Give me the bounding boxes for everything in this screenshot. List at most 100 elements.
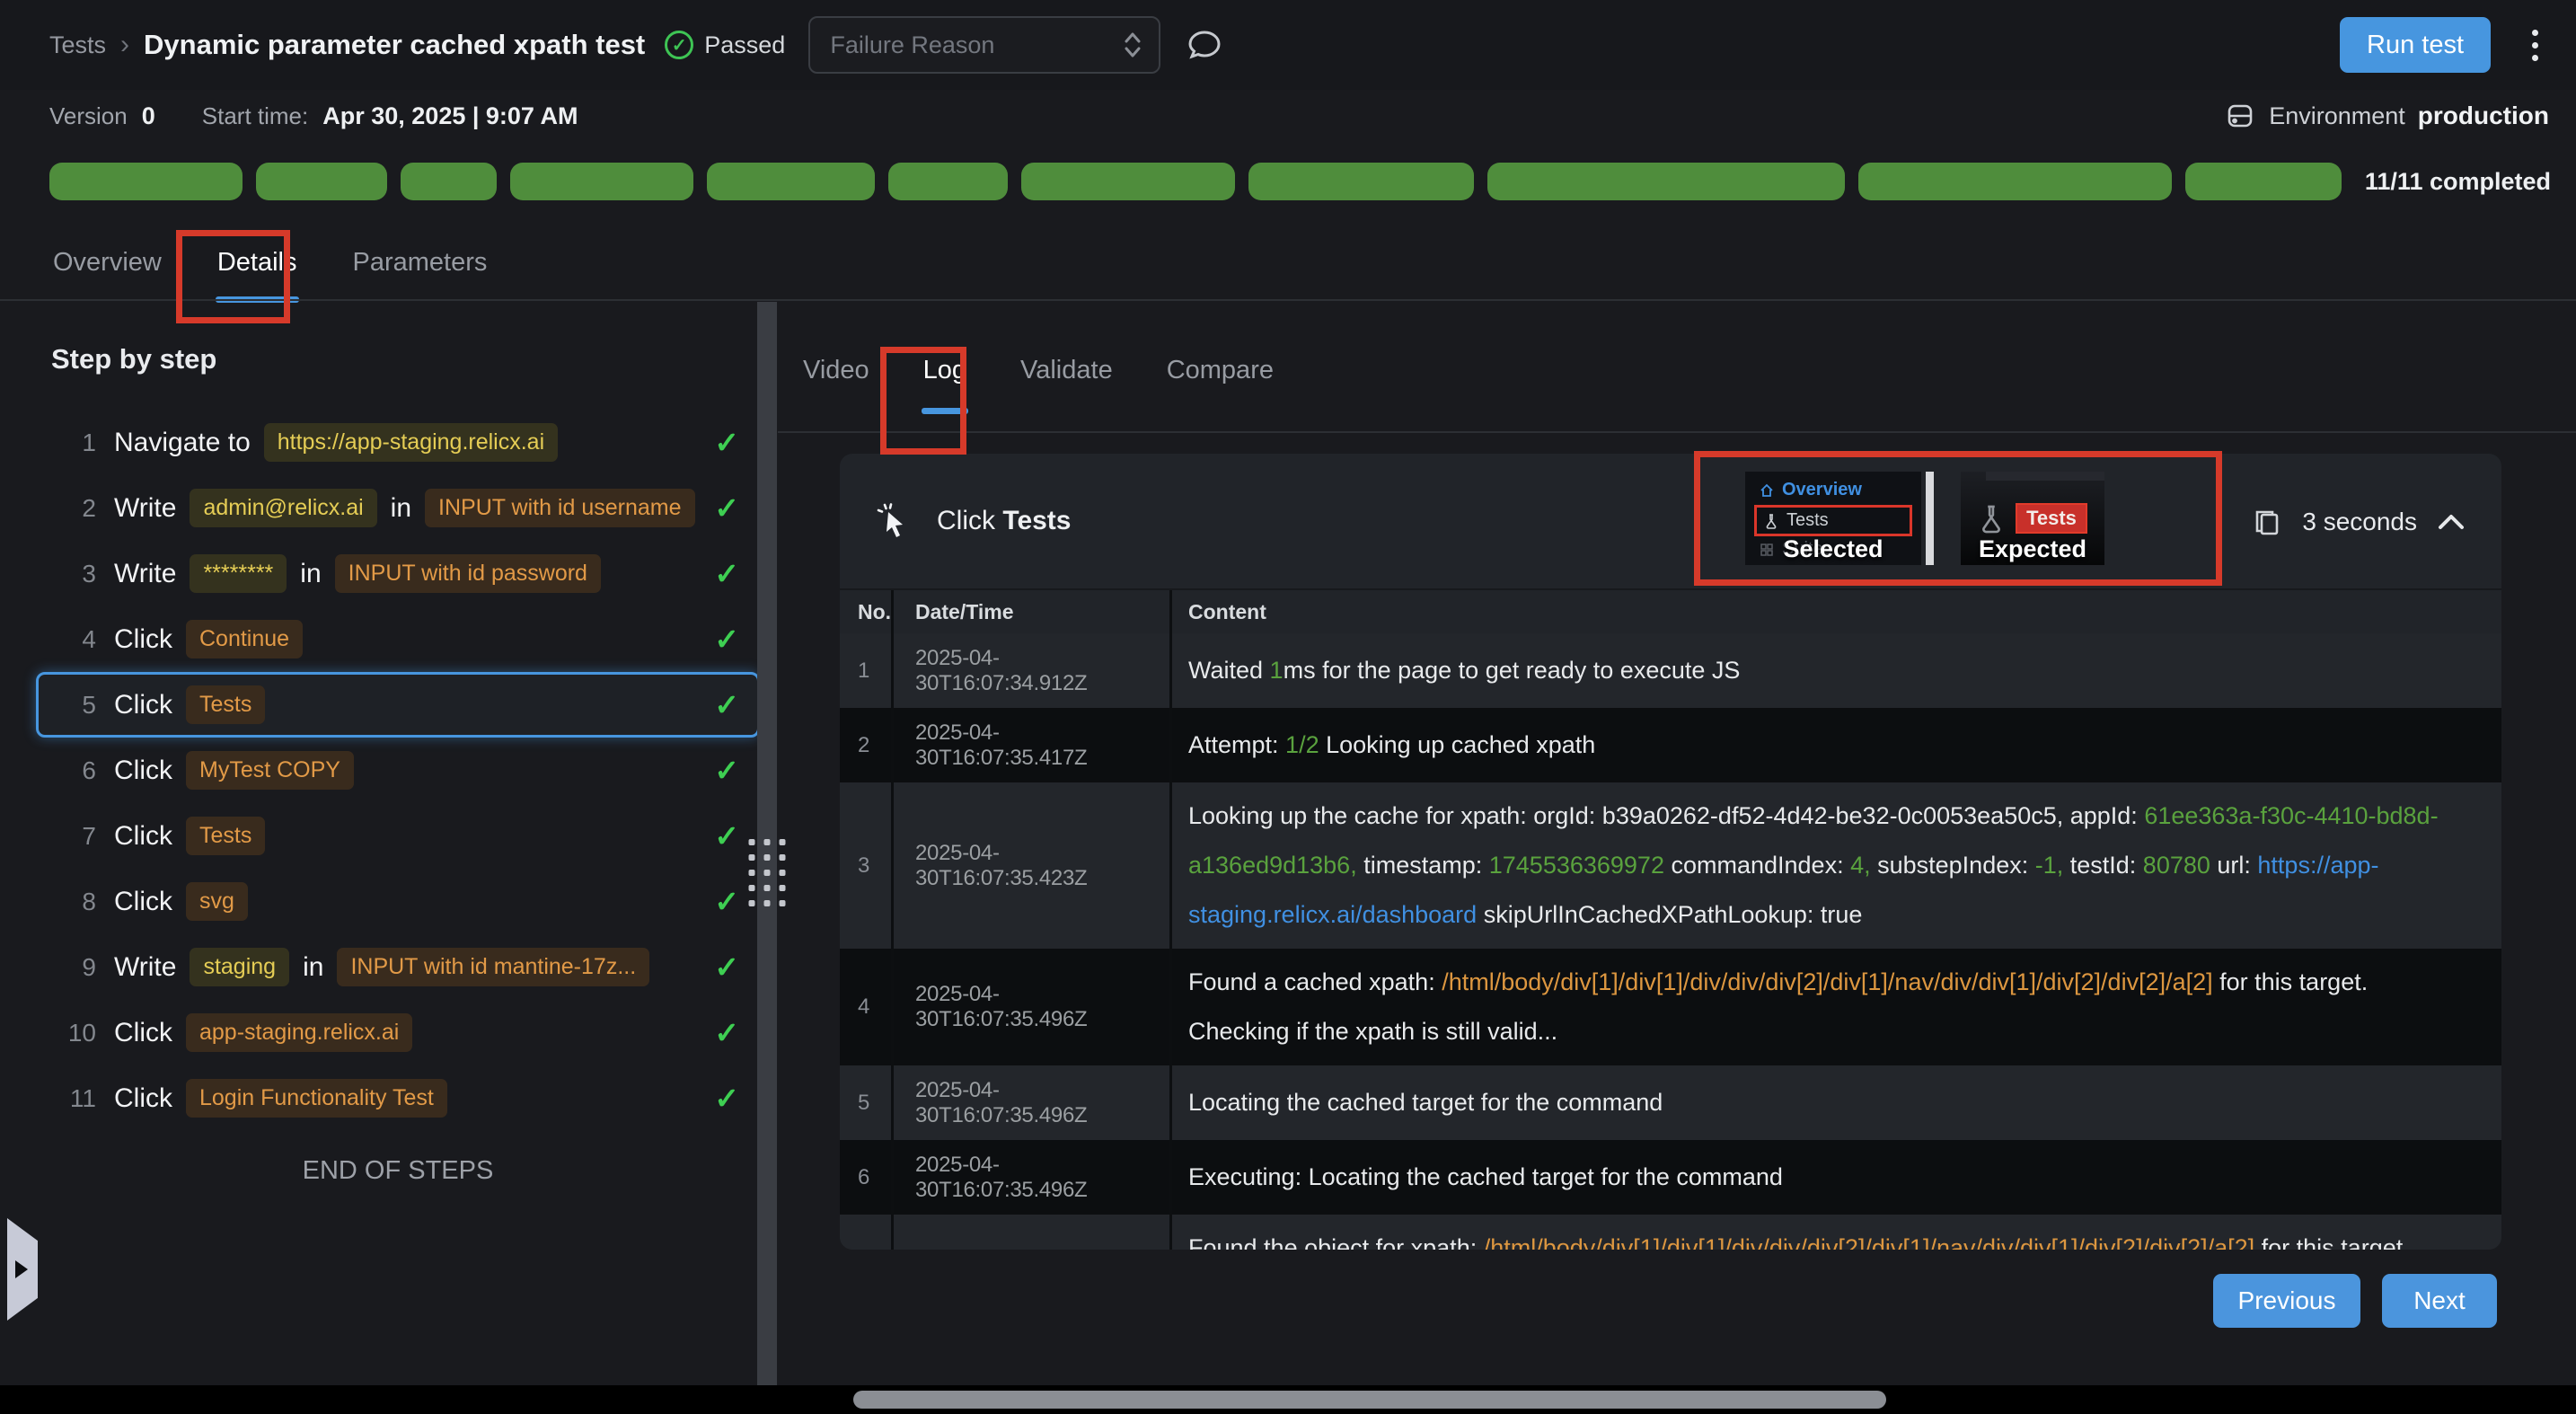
select-chevrons-icon <box>1123 31 1142 59</box>
log-content-green-text: 4, <box>1850 852 1871 879</box>
step-selector-badge: MyTest COPY <box>186 751 354 790</box>
log-row-timestamp: 2025-04-30T16:07:35.423Z <box>894 782 1172 949</box>
step-row[interactable]: 4ClickContinue✓ <box>36 606 760 672</box>
log-card: Click Tests Overview Tests Suites Select… <box>840 454 2501 1250</box>
panel-expand-handle[interactable] <box>7 1218 38 1321</box>
step-description: Write********inINPUT with id password <box>114 554 601 593</box>
panel-resize-scrollbar[interactable] <box>757 302 777 1385</box>
step-row[interactable]: 5 ClickTests ✓ <box>36 672 760 738</box>
log-content-text: Waited <box>1188 657 1270 684</box>
tab-video[interactable]: Video <box>801 352 871 425</box>
log-content-text: Looking up the cache for xpath: orgId: b… <box>1188 802 2144 829</box>
progress-segment[interactable] <box>707 163 875 200</box>
step-selector-badge: INPUT with id password <box>335 554 601 593</box>
passed-check-icon: ✓ <box>665 31 693 59</box>
comment-bubble-icon[interactable] <box>1186 26 1223 64</box>
tab-overview[interactable]: Overview <box>51 244 163 315</box>
horizontal-scrollbar-thumb[interactable] <box>853 1391 1886 1409</box>
breadcrumb-separator-icon: › <box>120 30 129 60</box>
progress-segment[interactable] <box>1487 163 1845 200</box>
progress-completed-text: 11/11 completed <box>2365 168 2551 196</box>
step-row[interactable]: 9WritestaginginINPUT with id mantine-17z… <box>36 934 760 1000</box>
next-button[interactable]: Next <box>2382 1274 2497 1328</box>
tab-compare[interactable]: Compare <box>1165 352 1275 425</box>
step-number: 5 <box>57 691 96 720</box>
log-row-number: 6 <box>840 1140 894 1215</box>
tab-log[interactable]: Log <box>922 352 968 425</box>
log-row-timestamp: 2025-04-30T16:07:34.912Z <box>894 633 1172 708</box>
copy-icon[interactable] <box>2252 507 2282 537</box>
progress-segment[interactable] <box>2185 163 2342 200</box>
selected-screenshot-thumbnail[interactable]: Overview Tests Suites Selected <box>1745 472 1921 565</box>
log-content-text: skipUrlInCachedXPathLookup: true <box>1477 901 1862 928</box>
tabs-divider <box>0 299 2576 301</box>
step-number: 9 <box>57 953 96 982</box>
step-action-text: in <box>303 952 323 983</box>
step-row[interactable]: 2Writeadmin@relicx.aiinINPUT with id use… <box>36 475 760 541</box>
environment-icon <box>2224 100 2256 132</box>
step-row[interactable]: 6ClickMyTest COPY✓ <box>36 738 760 803</box>
step-value-badge: staging <box>190 948 289 986</box>
step-action-text: Click <box>114 756 172 786</box>
step-number: 4 <box>57 625 96 654</box>
more-options-kebab-icon[interactable] <box>2521 24 2549 66</box>
step-row[interactable]: 1Navigate tohttps://app-staging.relicx.a… <box>36 410 760 475</box>
log-row-number: 2 <box>840 708 894 782</box>
log-content-green-text: 80780 <box>2143 852 2210 879</box>
step-action-text: Click <box>114 1018 172 1048</box>
progress-segment[interactable] <box>401 163 497 200</box>
progress-segment[interactable] <box>49 163 243 200</box>
step-row[interactable]: 11ClickLogin Functionality Test✓ <box>36 1065 760 1131</box>
step-list: 1Navigate tohttps://app-staging.relicx.a… <box>36 410 760 1131</box>
log-step-action: Click <box>937 506 995 535</box>
step-description: ClickTests <box>114 685 265 724</box>
step-row[interactable]: 10Clickapp-staging.relicx.ai✓ <box>36 1000 760 1065</box>
step-selector-badge: Continue <box>186 620 303 658</box>
progress-segment[interactable] <box>1248 163 1474 200</box>
progress-bar <box>49 163 2342 200</box>
tab-parameters[interactable]: Parameters <box>351 244 490 315</box>
drag-handle-dots-icon[interactable] <box>749 839 786 906</box>
progress-segment[interactable] <box>510 163 693 200</box>
progress-segment[interactable] <box>888 163 1008 200</box>
steps-heading: Step by step <box>51 343 760 376</box>
step-selector-badge: Login Functionality Test <box>186 1079 447 1118</box>
step-description: WritestaginginINPUT with id mantine-17z.… <box>114 948 649 986</box>
expected-screenshot-thumbnail[interactable]: Tests Expected <box>1961 472 2104 565</box>
step-success-check-icon: ✓ <box>703 425 739 460</box>
step-row[interactable]: 8Clicksvg✓ <box>36 869 760 934</box>
log-table-row: 12025-04-30T16:07:34.912ZWaited 1ms for … <box>840 633 2501 708</box>
step-action-text: in <box>391 493 411 524</box>
flask-icon <box>1764 513 1778 529</box>
step-description: Writeadmin@relicx.aiinINPUT with id user… <box>114 489 695 527</box>
breadcrumb-tests[interactable]: Tests <box>49 31 106 59</box>
progress-segment[interactable] <box>1021 163 1235 200</box>
step-row[interactable]: 3Write********inINPUT with id password✓ <box>36 541 760 606</box>
page-title: Dynamic parameter cached xpath test <box>144 29 645 61</box>
step-duration: 3 seconds <box>2302 508 2417 536</box>
failure-reason-select[interactable]: Failure Reason <box>808 16 1160 74</box>
step-selector-badge: Tests <box>186 685 265 724</box>
step-success-check-icon: ✓ <box>703 1081 739 1116</box>
environment-value: production <box>2418 102 2549 130</box>
duration-group: 3 seconds <box>2252 454 2466 590</box>
step-success-check-icon: ✓ <box>703 687 739 722</box>
step-row[interactable]: 7ClickTests✓ <box>36 803 760 869</box>
step-selector-badge: Tests <box>186 817 265 855</box>
log-row-timestamp: 2025-04-30T16:07:35.496Z <box>894 1140 1172 1215</box>
tab-validate[interactable]: Validate <box>1019 352 1115 425</box>
progress-segment[interactable] <box>256 163 387 200</box>
log-row-number: 1 <box>840 633 894 708</box>
log-card-header: Click Tests Overview Tests Suites Select… <box>840 454 2501 590</box>
collapse-chevron-up-icon[interactable] <box>2437 512 2466 532</box>
log-row-content: Waited 1ms for the page to get ready to … <box>1172 637 2501 704</box>
previous-button[interactable]: Previous <box>2213 1274 2360 1328</box>
expected-caption: Expected <box>1961 535 2104 563</box>
step-number: 6 <box>57 756 96 785</box>
run-test-button[interactable]: Run test <box>2340 17 2491 73</box>
tab-details[interactable]: Details <box>216 244 299 315</box>
log-table-row: 42025-04-30T16:07:35.496ZFound a cached … <box>840 949 2501 1065</box>
environment-label: Environment <box>2269 102 2405 130</box>
expected-thumb-topstrip <box>1986 472 2104 481</box>
progress-segment[interactable] <box>1858 163 2171 200</box>
